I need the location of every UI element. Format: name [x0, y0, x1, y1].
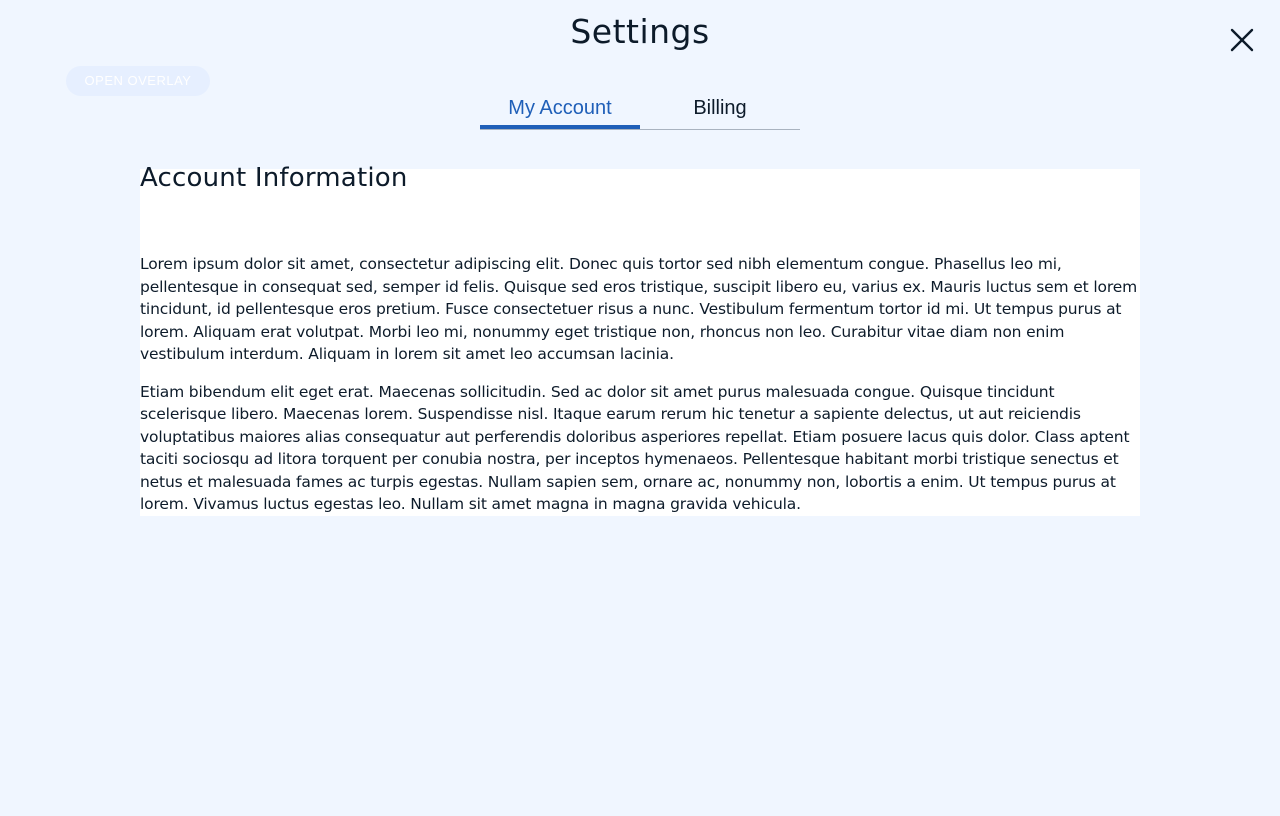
settings-page: Settings OPEN OVERLAY My Account Billing… — [0, 0, 1280, 816]
account-body: Lorem ipsum dolor sit amet, consectetur … — [140, 253, 1140, 531]
tab-billing[interactable]: Billing — [640, 88, 800, 128]
close-button[interactable] — [1224, 22, 1260, 58]
paragraph: Lorem ipsum dolor sit amet, consectetur … — [140, 255, 1138, 363]
tab-my-account[interactable]: My Account — [480, 88, 640, 129]
page-title: Settings — [570, 12, 710, 51]
account-information-panel: Account Information Lorem ipsum dolor si… — [140, 163, 1140, 516]
close-icon — [1224, 22, 1260, 58]
paragraph: Etiam bibendum elit eget erat. Maecenas … — [140, 382, 1130, 514]
open-overlay-button[interactable]: OPEN OVERLAY — [66, 66, 210, 96]
settings-tabs: My Account Billing — [480, 88, 800, 130]
section-heading: Account Information — [140, 163, 408, 193]
